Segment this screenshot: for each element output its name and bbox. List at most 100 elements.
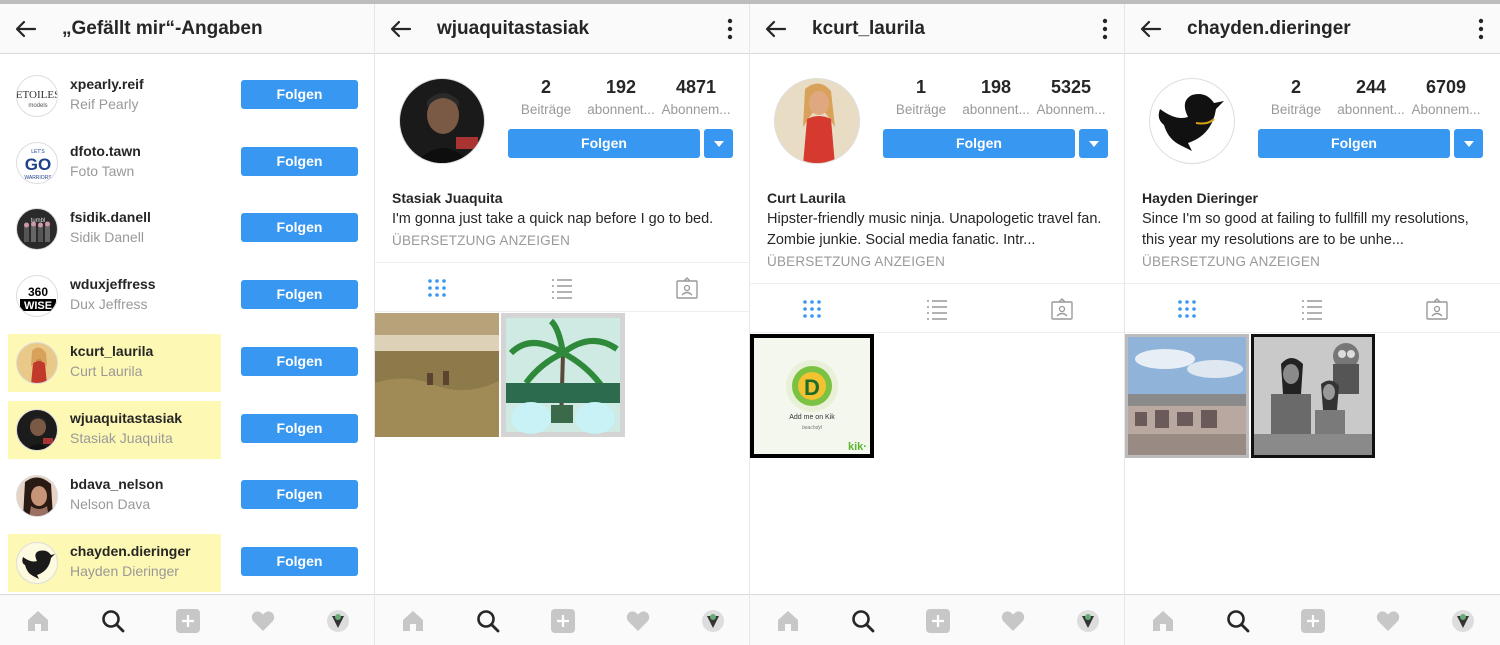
home-icon[interactable] (400, 608, 426, 634)
avatar[interactable]: LET'S GO WARRIORS (16, 142, 58, 184)
profile-picture[interactable] (399, 78, 485, 164)
username[interactable]: wjuaquitastasiak (70, 410, 182, 426)
profile-full-name: Curt Laurila (767, 190, 846, 206)
profile-icon[interactable] (1450, 608, 1476, 634)
svg-text:models: models (28, 103, 47, 109)
profile-picture[interactable] (1149, 78, 1235, 164)
list-item[interactable]: bdava_nelson Nelson Dava Folgen (0, 467, 374, 525)
followers-stat[interactable]: 198 abonnent... (958, 77, 1034, 117)
suggestions-dropdown-button[interactable] (1454, 129, 1483, 158)
avatar[interactable]: ETOILES models (16, 75, 58, 117)
heart-icon[interactable] (1375, 608, 1401, 634)
follow-button[interactable]: Folgen (241, 480, 358, 509)
profile-full-name: Hayden Dieringer (1142, 190, 1258, 206)
following-stat[interactable]: 5325 Abonnem... (1033, 77, 1109, 117)
username[interactable]: chayden.dieringer (70, 543, 191, 559)
follow-button[interactable]: Folgen (241, 547, 358, 576)
list-item[interactable]: wjuaquitastasiak Stasiak Juaquita Folgen (0, 401, 374, 459)
avatar[interactable]: tumbl (16, 208, 58, 250)
follow-button[interactable]: Folgen (241, 347, 358, 376)
home-icon[interactable] (775, 608, 801, 634)
page-title: wjuaquitastasiak (437, 18, 590, 39)
search-icon[interactable] (850, 608, 876, 634)
follow-button[interactable]: Folgen (508, 129, 700, 158)
username[interactable]: kcurt_laurila (70, 343, 153, 359)
home-icon[interactable] (25, 608, 51, 634)
followers-label: abonnent... (1337, 102, 1405, 117)
add-icon[interactable] (1300, 608, 1326, 634)
tagged-photos-icon[interactable] (676, 277, 698, 299)
following-stat[interactable]: 6709 Abonnem... (1408, 77, 1484, 117)
add-icon[interactable] (175, 608, 201, 634)
tagged-photos-icon[interactable] (1426, 298, 1448, 320)
profile-icon[interactable] (1075, 608, 1101, 634)
follow-button[interactable]: Folgen (241, 280, 358, 309)
more-options-icon[interactable] (727, 17, 733, 41)
back-arrow-icon[interactable] (1139, 17, 1163, 41)
home-icon[interactable] (1150, 608, 1176, 634)
follow-button[interactable]: Folgen (241, 147, 358, 176)
grid-view-icon[interactable] (426, 277, 448, 299)
translate-link[interactable]: ÜBERSETZUNG ANZEIGEN (392, 230, 742, 251)
add-icon[interactable] (550, 608, 576, 634)
list-item[interactable]: 360 WISE wduxjeffress Dux Jeffress Folge… (0, 267, 374, 325)
list-item[interactable]: tumbl fsidik.danell Sidik Danell Folgen (0, 200, 374, 258)
list-item[interactable]: chayden.dieringer Hayden Dieringer Folge… (0, 534, 374, 592)
followers-stat[interactable]: 244 abonnent... (1333, 77, 1409, 117)
avatar[interactable] (16, 542, 58, 584)
translate-link[interactable]: ÜBERSETZUNG ANZEIGEN (1142, 251, 1492, 272)
back-arrow-icon[interactable] (14, 17, 38, 41)
following-count: 5325 (1050, 77, 1092, 97)
avatar[interactable] (16, 342, 58, 384)
follow-button[interactable]: Folgen (241, 414, 358, 443)
post-thumbnail[interactable] (1125, 334, 1249, 458)
suggestions-dropdown-button[interactable] (704, 129, 733, 158)
list-item[interactable]: kcurt_laurila Curt Laurila Folgen (0, 334, 374, 392)
back-arrow-icon[interactable] (764, 17, 788, 41)
posts-label: Beiträge (1270, 102, 1322, 117)
grid-view-icon[interactable] (801, 298, 823, 320)
heart-icon[interactable] (625, 608, 651, 634)
translate-link[interactable]: ÜBERSETZUNG ANZEIGEN (767, 251, 1117, 272)
follow-button[interactable]: Folgen (883, 129, 1075, 158)
post-thumbnail[interactable] (501, 313, 625, 437)
tagged-photos-icon[interactable] (1051, 298, 1073, 320)
post-thumbnail[interactable] (375, 313, 499, 437)
username[interactable]: fsidik.danell (70, 209, 151, 225)
search-icon[interactable] (1225, 608, 1251, 634)
profile-picture[interactable] (774, 78, 860, 164)
back-arrow-icon[interactable] (389, 17, 413, 41)
grid-view-icon[interactable] (1176, 298, 1198, 320)
avatar[interactable] (16, 475, 58, 517)
search-icon[interactable] (100, 608, 126, 634)
profile-full-name: Stasiak Juaquita (392, 190, 503, 206)
post-thumbnail[interactable] (1251, 334, 1375, 458)
profile-icon[interactable] (325, 608, 351, 634)
username[interactable]: bdava_nelson (70, 476, 163, 492)
avatar[interactable]: 360 WISE (16, 275, 58, 317)
follow-button[interactable]: Folgen (241, 213, 358, 242)
list-view-icon[interactable] (926, 298, 948, 320)
list-item[interactable]: LET'S GO WARRIORS dfoto.tawn Foto Tawn F… (0, 134, 374, 192)
post-thumbnail[interactable]: D Add me on Kik beachdyl kik· (750, 334, 874, 458)
profile-icon[interactable] (700, 608, 726, 634)
more-options-icon[interactable] (1478, 17, 1484, 41)
suggestions-dropdown-button[interactable] (1079, 129, 1108, 158)
follow-button[interactable]: Folgen (241, 80, 358, 109)
heart-icon[interactable] (250, 608, 276, 634)
list-item[interactable]: ETOILES models xpearly.reif Reif Pearly … (0, 67, 374, 125)
username[interactable]: dfoto.tawn (70, 143, 141, 159)
followers-stat[interactable]: 192 abonnent... (583, 77, 659, 117)
more-options-icon[interactable] (1102, 17, 1108, 41)
list-view-icon[interactable] (1301, 298, 1323, 320)
username[interactable]: wduxjeffress (70, 276, 156, 292)
add-icon[interactable] (925, 608, 951, 634)
view-tabs (750, 283, 1124, 333)
heart-icon[interactable] (1000, 608, 1026, 634)
following-stat[interactable]: 4871 Abonnem... (658, 77, 734, 117)
list-view-icon[interactable] (551, 277, 573, 299)
avatar[interactable] (16, 409, 58, 451)
username[interactable]: xpearly.reif (70, 76, 144, 92)
follow-button[interactable]: Folgen (1258, 129, 1450, 158)
search-icon[interactable] (475, 608, 501, 634)
